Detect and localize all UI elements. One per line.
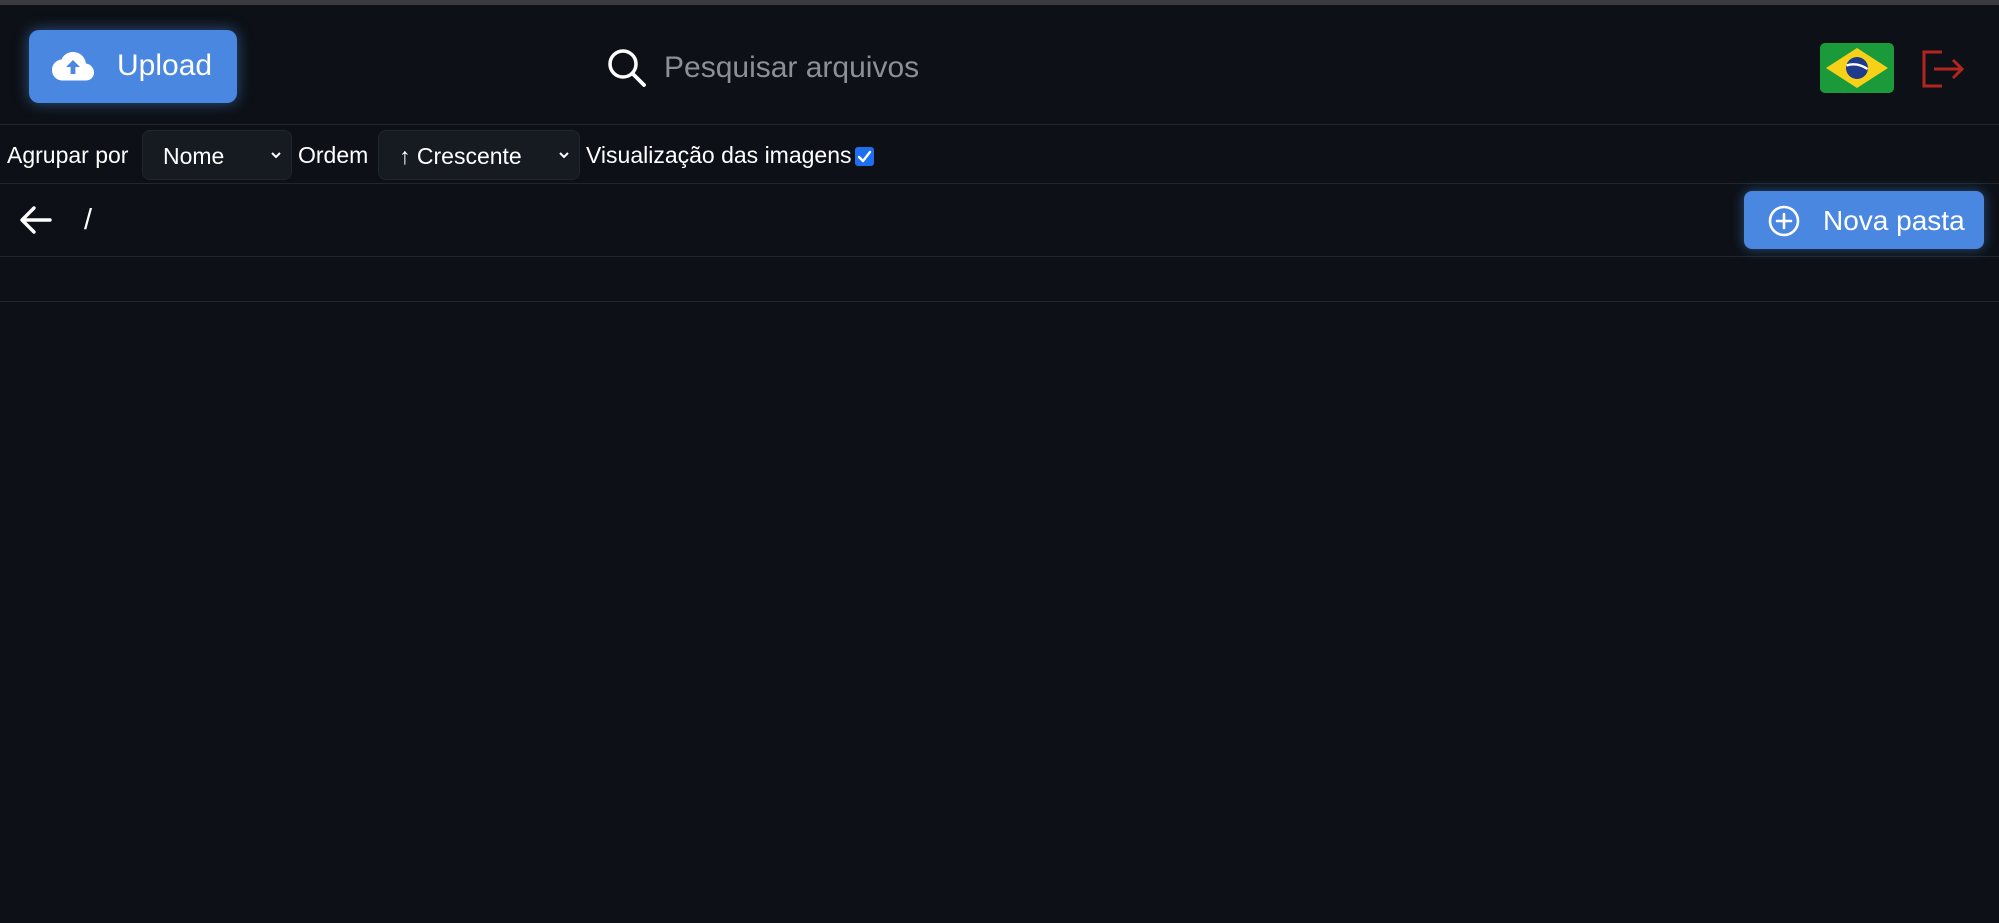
search-bar <box>606 45 1126 91</box>
new-folder-label: Nova pasta <box>1823 205 1965 236</box>
checkmark-icon <box>857 150 872 163</box>
group-by-value: Nome <box>163 143 225 169</box>
image-preview-label: Visualização das imagens <box>586 142 852 168</box>
order-value: ↑ Crescente <box>399 143 522 169</box>
cloud-upload-icon <box>52 52 94 81</box>
plus-circle-icon <box>1768 205 1800 237</box>
arrow-left-icon[interactable] <box>18 202 54 238</box>
upload-label: Upload <box>117 49 213 82</box>
file-list-area <box>0 302 1999 923</box>
current-path: / <box>84 204 93 236</box>
group-by-label: Agrupar por <box>7 142 129 168</box>
group-by-select[interactable]: Nome <box>142 130 292 180</box>
order-select[interactable]: ↑ Crescente <box>378 130 580 180</box>
toolbar: Agrupar por Nome Ordem ↑ Crescente Visua… <box>0 126 1999 184</box>
order-label: Ordem <box>298 142 369 168</box>
upload-button[interactable]: Upload <box>29 30 237 103</box>
chevron-down-icon <box>271 152 281 159</box>
search-icon <box>608 49 646 87</box>
search-input[interactable] <box>664 45 1114 91</box>
logout-icon[interactable] <box>1920 49 1966 89</box>
image-preview-checkbox[interactable] <box>855 147 874 166</box>
new-folder-button[interactable]: Nova pasta <box>1744 191 1984 249</box>
chevron-down-icon <box>559 152 569 159</box>
path-bar: / Nova pasta <box>0 184 1999 257</box>
brazil-flag-icon[interactable] <box>1820 43 1894 93</box>
header: Upload <box>0 5 1999 125</box>
